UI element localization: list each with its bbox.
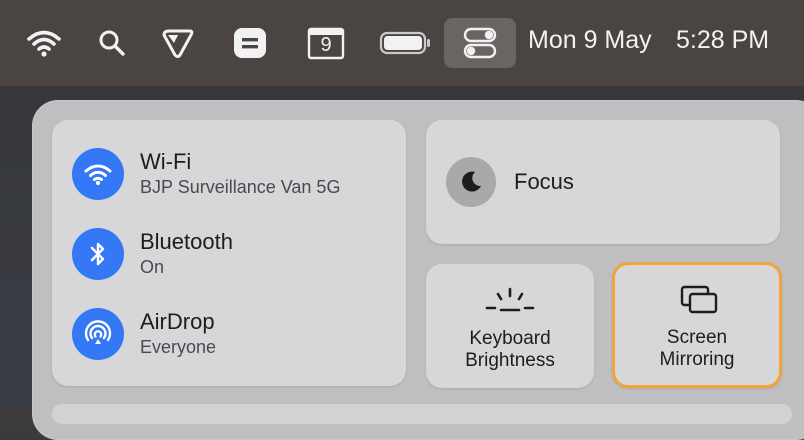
moon-icon[interactable] <box>446 157 496 207</box>
wifi-toggle-icon[interactable] <box>72 148 124 200</box>
stacked-app-icon[interactable] <box>232 20 268 66</box>
screen-mirroring-label-line2: Mirroring <box>659 349 735 370</box>
bluetooth-toggle-icon[interactable] <box>72 228 124 280</box>
battery-icon[interactable] <box>378 20 434 66</box>
search-icon[interactable] <box>96 20 128 66</box>
bluetooth-title: Bluetooth <box>140 229 233 254</box>
airdrop-row[interactable]: AirDrop Everyone <box>72 308 216 360</box>
wifi-network-name: BJP Surveillance Van 5G <box>140 177 341 197</box>
control-center-icon[interactable] <box>444 18 516 68</box>
wifi-icon[interactable] <box>22 20 66 66</box>
keyboard-brightness-label-line1: Keyboard <box>469 328 551 349</box>
keyboard-brightness-tile[interactable]: Keyboard Brightness <box>426 264 594 388</box>
wifi-title: Wi-Fi <box>140 149 192 174</box>
airdrop-toggle-icon[interactable] <box>72 308 124 360</box>
calendar-icon[interactable]: 9 <box>306 20 346 66</box>
screen-mirroring-label-line1: Screen <box>666 327 728 348</box>
bluetooth-row[interactable]: Bluetooth On <box>72 228 233 280</box>
focus-label: Focus <box>514 169 574 194</box>
screen-mirroring-tile[interactable]: Screen Mirroring <box>612 262 782 388</box>
menubar-time[interactable]: 5:28 PM <box>676 26 769 55</box>
focus-tile[interactable]: Focus <box>426 120 780 244</box>
airdrop-title: AirDrop <box>140 309 215 334</box>
tag-icon[interactable] <box>158 20 198 66</box>
menu-bar: 9 Mon 9 May 5:28 PM <box>0 0 804 86</box>
wifi-row[interactable]: Wi-Fi BJP Surveillance Van 5G <box>72 148 340 200</box>
keyboard-brightness-icon <box>484 286 536 316</box>
screen-mirroring-icon <box>679 283 719 317</box>
airdrop-status: Everyone <box>140 337 217 357</box>
calendar-day: 9 <box>320 34 332 56</box>
menubar-date[interactable]: Mon 9 May <box>528 26 652 55</box>
bluetooth-status: On <box>140 257 165 277</box>
connectivity-tile: Wi-Fi BJP Surveillance Van 5G Bluetooth … <box>52 120 406 386</box>
keyboard-brightness-label-line2: Brightness <box>465 350 555 371</box>
next-tile-edge <box>52 404 792 424</box>
